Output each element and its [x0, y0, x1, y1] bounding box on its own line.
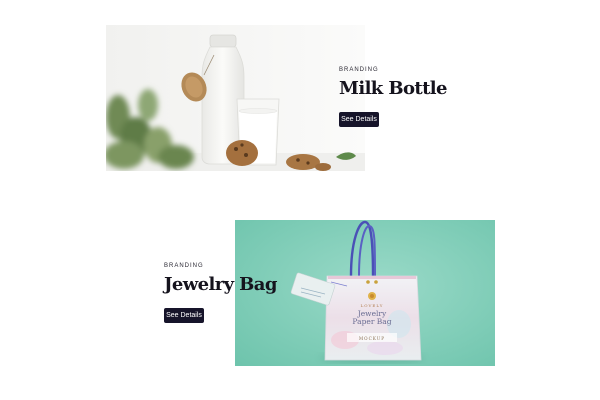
- bag-brand: LOVELY: [361, 303, 384, 308]
- milk-bottle-photo: [106, 25, 365, 171]
- bag-line2: Paper Bag: [352, 317, 391, 326]
- project-category: BRANDING: [164, 263, 204, 269]
- project-category: BRANDING: [339, 67, 379, 73]
- see-details-button[interactable]: See Details: [339, 112, 379, 127]
- see-details-button[interactable]: See Details: [164, 308, 204, 323]
- bag-footer: MOCKUP: [359, 336, 385, 341]
- project-title[interactable]: Milk Bottle: [339, 78, 447, 99]
- milk-bottle-image[interactable]: [106, 25, 365, 171]
- project-title[interactable]: Jewelry Bag: [164, 274, 277, 295]
